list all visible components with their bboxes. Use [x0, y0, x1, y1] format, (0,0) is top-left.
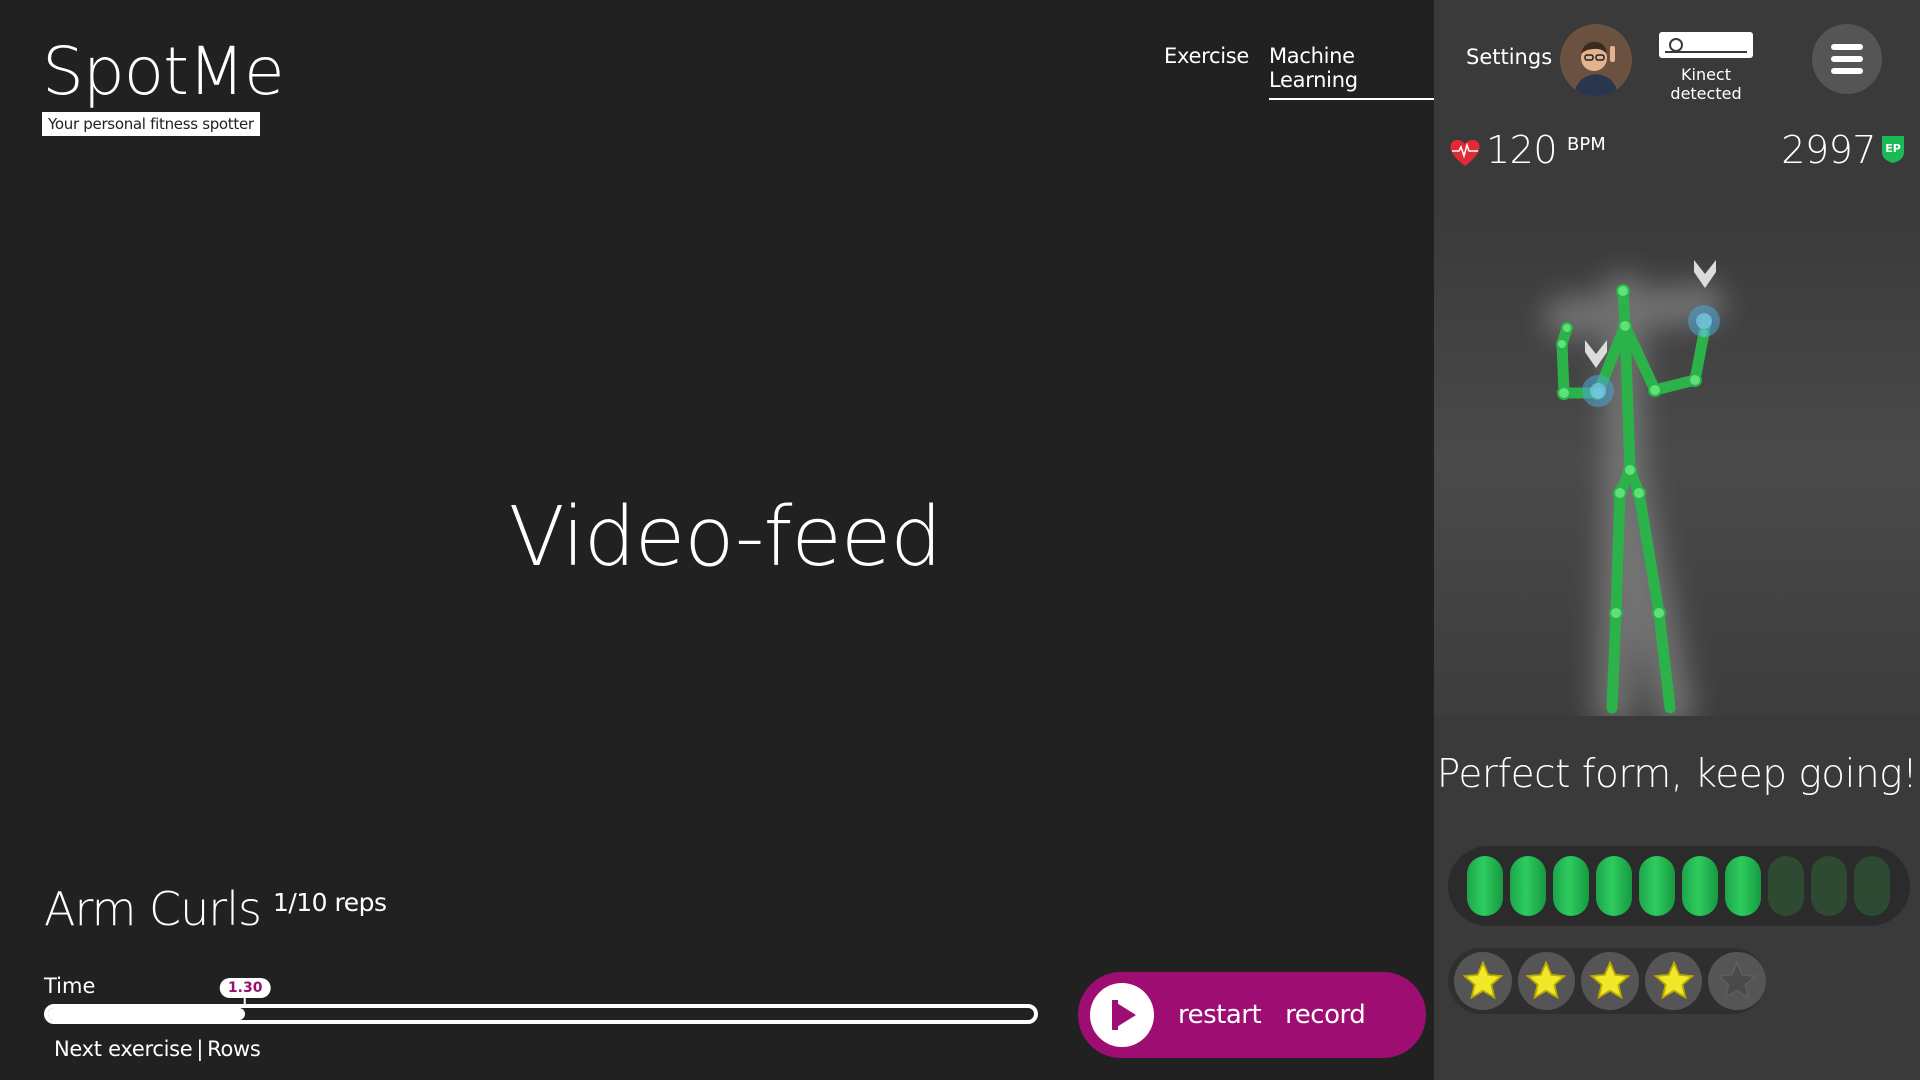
- kinect-status-label: Kinect detected: [1670, 65, 1742, 103]
- rep-progress-bar: [1448, 846, 1910, 926]
- top-nav: Exercise Machine Learning: [1164, 44, 1434, 100]
- logo-title: SpotMe: [42, 33, 285, 110]
- time-slider-marker[interactable]: 1.30: [219, 978, 271, 1004]
- star-filled-icon: [1581, 952, 1639, 1010]
- time-label: Time: [44, 974, 96, 998]
- heart-rate-value: 120: [1486, 128, 1558, 172]
- nav-exercise[interactable]: Exercise: [1164, 44, 1249, 100]
- user-avatar[interactable]: [1560, 24, 1632, 96]
- star-empty-icon: [1708, 952, 1766, 1010]
- skeleton-figure: [1544, 260, 1724, 716]
- rep-pill: [1510, 856, 1546, 916]
- exercise-header: Arm Curls 1/10 reps: [44, 882, 387, 936]
- rep-pill: [1854, 856, 1890, 916]
- ep-badge-text: EP: [1885, 142, 1901, 155]
- exercise-name: Arm Curls: [44, 882, 262, 936]
- play-button[interactable]: [1090, 983, 1154, 1047]
- settings-link[interactable]: Settings: [1466, 45, 1552, 69]
- logo: SpotMe Your personal fitness spotter: [42, 33, 285, 136]
- heart-rate-unit: BPM: [1567, 134, 1606, 155]
- rep-pill: [1725, 856, 1761, 916]
- nav-machine-learning[interactable]: Machine Learning: [1268, 44, 1434, 100]
- next-exercise[interactable]: Next exercise | Rows: [54, 1037, 261, 1061]
- kinect-status: Kinect detected: [1648, 32, 1764, 103]
- video-feed-placeholder: Video-feed: [508, 490, 943, 585]
- rep-pill: [1639, 856, 1675, 916]
- star-filled-icon: [1454, 952, 1512, 1010]
- energy-points: 2997 EP: [1781, 128, 1906, 172]
- rep-pill: [1682, 856, 1718, 916]
- energy-points-value: 2997: [1781, 128, 1876, 172]
- kinect-sensor-icon: [1659, 32, 1753, 58]
- down-arrow-icon: [1585, 340, 1607, 368]
- logo-tagline: Your personal fitness spotter: [42, 112, 260, 136]
- playback-controls: restart record: [1078, 972, 1426, 1058]
- sidebar: Settings Kinect detected 120 BPM 2997 EP: [1434, 0, 1920, 1080]
- star-filled-icon: [1517, 952, 1576, 1010]
- star-filled-icon: [1644, 952, 1703, 1010]
- exercise-reps: 1/10 reps: [272, 888, 387, 917]
- rep-pill: [1467, 856, 1503, 916]
- rep-pill: [1553, 856, 1589, 916]
- heart-rate: 120 BPM: [1448, 128, 1606, 172]
- next-exercise-prefix: Next exercise: [54, 1037, 193, 1061]
- time-slider-fill: [48, 1008, 246, 1020]
- record-button[interactable]: record: [1285, 1000, 1366, 1030]
- hamburger-menu-button[interactable]: [1812, 24, 1882, 94]
- main-area: SpotMe Your personal fitness spotter Exe…: [0, 0, 1434, 1080]
- restart-button[interactable]: restart: [1178, 1000, 1262, 1030]
- rep-pill: [1596, 856, 1632, 916]
- star-rating: [1448, 948, 1766, 1014]
- rep-pill: [1811, 856, 1847, 916]
- ep-badge-icon: EP: [1882, 136, 1904, 163]
- form-feedback: Perfect form, keep going!: [1436, 752, 1918, 797]
- time-slider[interactable]: 1.30: [44, 978, 1038, 1024]
- rep-pill: [1768, 856, 1804, 916]
- next-exercise-separator: |: [196, 1037, 204, 1061]
- skeleton-tracking-view: [1434, 208, 1920, 716]
- next-exercise-name: Rows: [207, 1037, 261, 1061]
- heart-icon: [1450, 139, 1480, 166]
